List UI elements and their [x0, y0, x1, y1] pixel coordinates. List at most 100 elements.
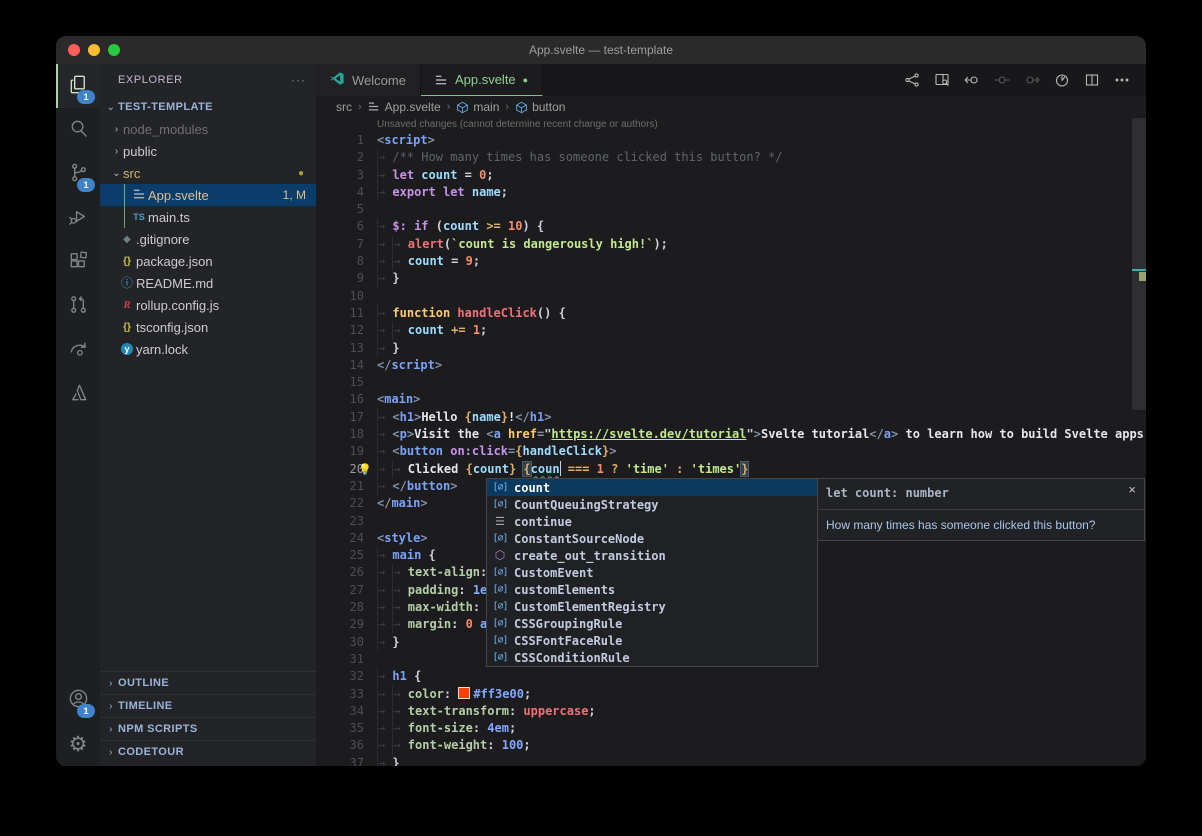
activity-live-share[interactable]: [56, 328, 100, 372]
code-line-13[interactable]: 13→}: [316, 340, 1146, 357]
code-editor[interactable]: Unsaved changes (cannot determine recent…: [316, 118, 1146, 766]
tree-item-public[interactable]: ›public: [100, 140, 316, 162]
code-line-15[interactable]: 15: [316, 374, 1146, 391]
code-line-4[interactable]: 4→export let name;: [316, 184, 1146, 201]
activity-azure[interactable]: [56, 372, 100, 416]
color-swatch[interactable]: [458, 687, 470, 699]
token: +=: [444, 323, 473, 337]
navigate-back-icon[interactable]: [960, 68, 984, 92]
editor-scrollbar[interactable]: [1132, 118, 1146, 410]
suggest-item-label: count: [514, 481, 550, 495]
tree-item-rollup-config-js[interactable]: Rrollup.config.js: [100, 294, 316, 316]
token: 100: [502, 738, 524, 752]
timer-icon[interactable]: [1050, 68, 1074, 92]
tab-whitespace-arrow: →: [377, 668, 392, 685]
symbol-keyword-icon: [491, 516, 509, 528]
code-line-17[interactable]: 17→<h1>Hello {name}!</h1>: [316, 409, 1146, 426]
code-line-32[interactable]: 32→h1 {: [316, 668, 1146, 685]
codelens-unsaved-changes[interactable]: Unsaved changes (cannot determine recent…: [316, 118, 1146, 132]
code-line-37[interactable]: 37→}: [316, 755, 1146, 766]
symbol-cube-icon: [515, 101, 528, 114]
token: ;: [501, 185, 508, 199]
tab-app-svelte[interactable]: App.svelte ●: [421, 64, 543, 96]
code-line-10[interactable]: 10: [316, 288, 1146, 305]
tree-item-app-svelte[interactable]: App.svelte1, M: [100, 184, 316, 206]
title-bar[interactable]: App.svelte — test-template: [56, 36, 1146, 64]
panel-codetour[interactable]: ›CODETOUR: [100, 740, 316, 763]
activity-extensions[interactable]: [56, 240, 100, 284]
code-line-8[interactable]: 8→→count = 9;: [316, 253, 1146, 270]
code-line-34[interactable]: 34→→text-transform: uppercase;: [316, 703, 1146, 720]
breadcrumb-main[interactable]: main: [456, 100, 499, 114]
activity-github-pr[interactable]: [56, 284, 100, 328]
suggest-item-create_out_transition[interactable]: create_out_transition: [487, 547, 817, 564]
code-line-12[interactable]: 12→→count += 1;: [316, 322, 1146, 339]
section-test-template[interactable]: ⌄ TEST-TEMPLATE: [100, 96, 316, 118]
token: font-weight: [408, 738, 487, 752]
suggest-item-CountQueuingStrategy[interactable]: CountQueuingStrategy: [487, 496, 817, 513]
suggest-item-CustomElementRegistry[interactable]: CustomElementRegistry: [487, 598, 817, 615]
code-line-3[interactable]: 3→let count = 0;: [316, 167, 1146, 184]
open-preview-icon[interactable]: [930, 68, 954, 92]
accounts-button[interactable]: 1: [56, 678, 100, 722]
navigate-current-icon[interactable]: [990, 68, 1014, 92]
token: coun: [531, 462, 560, 476]
tab-welcome[interactable]: Welcome: [316, 64, 421, 96]
tree-item--gitignore[interactable]: ◆.gitignore: [100, 228, 316, 250]
panel-timeline[interactable]: ›TIMELINE: [100, 694, 316, 717]
code-line-5[interactable]: 5: [316, 201, 1146, 218]
suggest-item-ConstantSourceNode[interactable]: ConstantSourceNode: [487, 530, 817, 547]
suggest-item-CSSFontFaceRule[interactable]: CSSFontFaceRule: [487, 632, 817, 649]
panel-npm-scripts[interactable]: ›NPM SCRIPTS: [100, 717, 316, 740]
code-line-20[interactable]: 20💡→→Clicked {count} {coun === 1 ? 'time…: [316, 461, 1146, 478]
code-line-16[interactable]: 16<main>: [316, 391, 1146, 408]
code-line-11[interactable]: 11→function handleClick() {: [316, 305, 1146, 322]
hover-doc-text: How many times has someone clicked this …: [816, 510, 1144, 540]
code-line-14[interactable]: 14</script>: [316, 357, 1146, 374]
tree-item-src[interactable]: ⌄src●: [100, 162, 316, 184]
code-line-9[interactable]: 9→}: [316, 270, 1146, 287]
breadcrumb-button[interactable]: button: [515, 100, 565, 114]
code-line-1[interactable]: 1<script>: [316, 132, 1146, 149]
breadcrumb-src[interactable]: src: [336, 100, 352, 114]
tree-item-main-ts[interactable]: TSmain.ts: [100, 206, 316, 228]
more-actions-icon[interactable]: [1110, 68, 1134, 92]
navigate-forward-icon[interactable]: [1020, 68, 1044, 92]
breadcrumb-app-svelte[interactable]: App.svelte: [368, 100, 441, 114]
panel-outline[interactable]: ›OUTLINE: [100, 671, 316, 694]
code-line-7[interactable]: 7→→alert(`count is dangerously high!`);: [316, 236, 1146, 253]
code-line-19[interactable]: 19→<button on:click={handleClick}>: [316, 443, 1146, 460]
activity-source-control[interactable]: 1: [56, 152, 100, 196]
workspace-root-label: TEST-TEMPLATE: [118, 101, 213, 113]
suggest-item-continue[interactable]: continue: [487, 513, 817, 530]
suggest-item-count[interactable]: count: [487, 479, 817, 496]
more-actions-icon[interactable]: ···: [291, 73, 306, 87]
suggest-item-customElements[interactable]: customElements: [487, 581, 817, 598]
code-line-2[interactable]: 2→/** How many times has someone clicked…: [316, 149, 1146, 166]
activity-run-debug[interactable]: [56, 196, 100, 240]
suggest-item-CSSConditionRule[interactable]: CSSConditionRule: [487, 649, 817, 666]
close-icon[interactable]: ×: [1128, 482, 1136, 497]
lightbulb-icon[interactable]: 💡: [358, 462, 372, 477]
zoom-window-button[interactable]: [108, 44, 120, 56]
suggest-item-CSSGroupingRule[interactable]: CSSGroupingRule: [487, 615, 817, 632]
code-line-35[interactable]: 35→→font-size: 4em;: [316, 720, 1146, 737]
activity-search[interactable]: [56, 108, 100, 152]
split-editor-icon[interactable]: [1080, 68, 1104, 92]
close-window-button[interactable]: [68, 44, 80, 56]
suggest-item-CustomEvent[interactable]: CustomEvent: [487, 564, 817, 581]
minimize-window-button[interactable]: [88, 44, 100, 56]
tree-item-readme-md[interactable]: ⓘREADME.md: [100, 272, 316, 294]
code-line-6[interactable]: 6→$: if (count >= 10) {: [316, 218, 1146, 235]
code-line-36[interactable]: 36→→font-weight: 100;: [316, 737, 1146, 754]
code-line-18[interactable]: 18→<p>Visit the <a href="https://svelte.…: [316, 426, 1146, 443]
tree-item-node-modules[interactable]: ›node_modules: [100, 118, 316, 140]
open-changes-icon[interactable]: [900, 68, 924, 92]
activity-explorer[interactable]: 1: [56, 64, 100, 108]
tree-item-package-json[interactable]: {}package.json: [100, 250, 316, 272]
settings-button[interactable]: ⚙: [56, 722, 100, 766]
code-line-33[interactable]: 33→→color: #ff3e00;: [316, 686, 1146, 703]
tree-item-tsconfig-json[interactable]: {}tsconfig.json: [100, 316, 316, 338]
symbol-module-icon: [491, 549, 509, 562]
tree-item-yarn-lock[interactable]: yyarn.lock: [100, 338, 316, 360]
